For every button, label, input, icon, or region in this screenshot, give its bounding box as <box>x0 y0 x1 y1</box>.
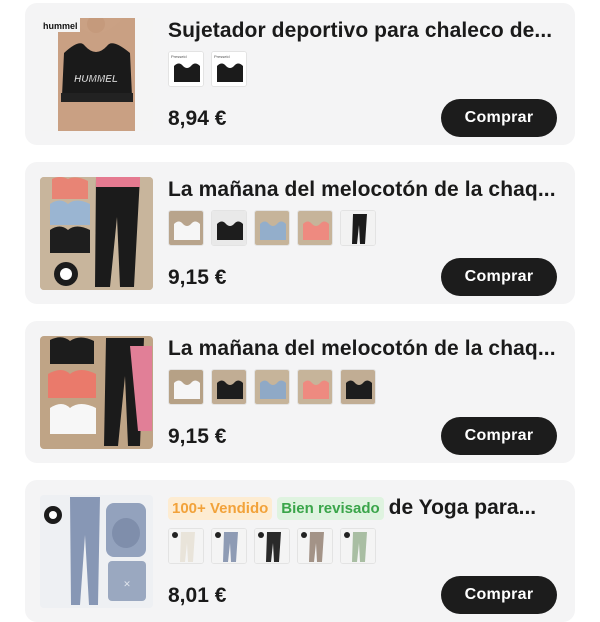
buy-button[interactable]: Comprar <box>441 417 557 455</box>
svg-text:Presseid: Presseid <box>214 54 230 59</box>
product-price: 8,94 € <box>168 107 227 130</box>
svg-text:✕: ✕ <box>123 579 131 589</box>
garment-logo-text: HUMMEL <box>74 74 118 85</box>
product-title[interactable]: La mañana del melocotón de la chaq... <box>168 178 563 202</box>
product-card[interactable]: La mañana del melocotón de la chaq... 9,… <box>25 321 575 463</box>
brand-logo-text: hummel <box>43 21 78 31</box>
black-bra-variant[interactable]: Presseid <box>168 51 204 87</box>
white-bra-variant[interactable] <box>168 369 204 405</box>
well-reviewed-badge: Bien revisado <box>277 496 384 520</box>
blue-bra-variant[interactable] <box>254 210 290 246</box>
blue-bra-variant[interactable] <box>254 369 290 405</box>
black-bra-variant[interactable]: Presseid <box>211 51 247 87</box>
product-title-text: de Yoga para... <box>388 496 537 519</box>
black-leggings-variant[interactable] <box>254 528 290 564</box>
product-price: 9,15 € <box>168 425 227 448</box>
black-bra-variant[interactable] <box>340 369 376 405</box>
variant-swatches: Presseid Presseid <box>168 51 247 87</box>
product-card[interactable]: HUMMEL hummel Sujetador deportivo para c… <box>25 3 575 145</box>
grey-leggings-variant[interactable] <box>211 528 247 564</box>
variant-swatches <box>168 528 376 564</box>
buy-button[interactable]: Comprar <box>441 576 557 614</box>
product-image[interactable] <box>40 336 153 449</box>
buy-button[interactable]: Comprar <box>441 258 557 296</box>
cream-leggings-variant[interactable] <box>168 528 204 564</box>
buy-button[interactable]: Comprar <box>441 99 557 137</box>
white-bra-variant[interactable] <box>168 210 204 246</box>
product-card[interactable]: ✕ 100+ Vendido Bien revisado de Yoga par… <box>25 480 575 622</box>
svg-text:Presseid: Presseid <box>171 54 187 59</box>
product-title[interactable]: Sujetador deportivo para chaleco de... <box>168 19 563 43</box>
black-bra-variant[interactable] <box>211 369 247 405</box>
product-title[interactable]: 100+ Vendido Bien revisado de Yoga para.… <box>168 496 536 520</box>
product-image[interactable] <box>40 177 153 290</box>
taupe-leggings-variant[interactable] <box>297 528 333 564</box>
variant-swatches <box>168 210 376 246</box>
product-price: 8,01 € <box>168 584 227 607</box>
black-bra-variant[interactable] <box>211 210 247 246</box>
product-image[interactable]: HUMMEL hummel <box>40 18 153 131</box>
pink-bra-variant[interactable] <box>297 210 333 246</box>
black-leggings-variant[interactable] <box>340 210 376 246</box>
product-price: 9,15 € <box>168 266 227 289</box>
product-image[interactable]: ✕ <box>40 495 153 608</box>
product-card[interactable]: La mañana del melocotón de la chaq... 9,… <box>25 162 575 304</box>
pink-bra-variant[interactable] <box>297 369 333 405</box>
variant-swatches <box>168 369 376 405</box>
green-leggings-variant[interactable] <box>340 528 376 564</box>
sold-count-badge: 100+ Vendido <box>168 496 273 520</box>
product-title[interactable]: La mañana del melocotón de la chaq... <box>168 337 563 361</box>
